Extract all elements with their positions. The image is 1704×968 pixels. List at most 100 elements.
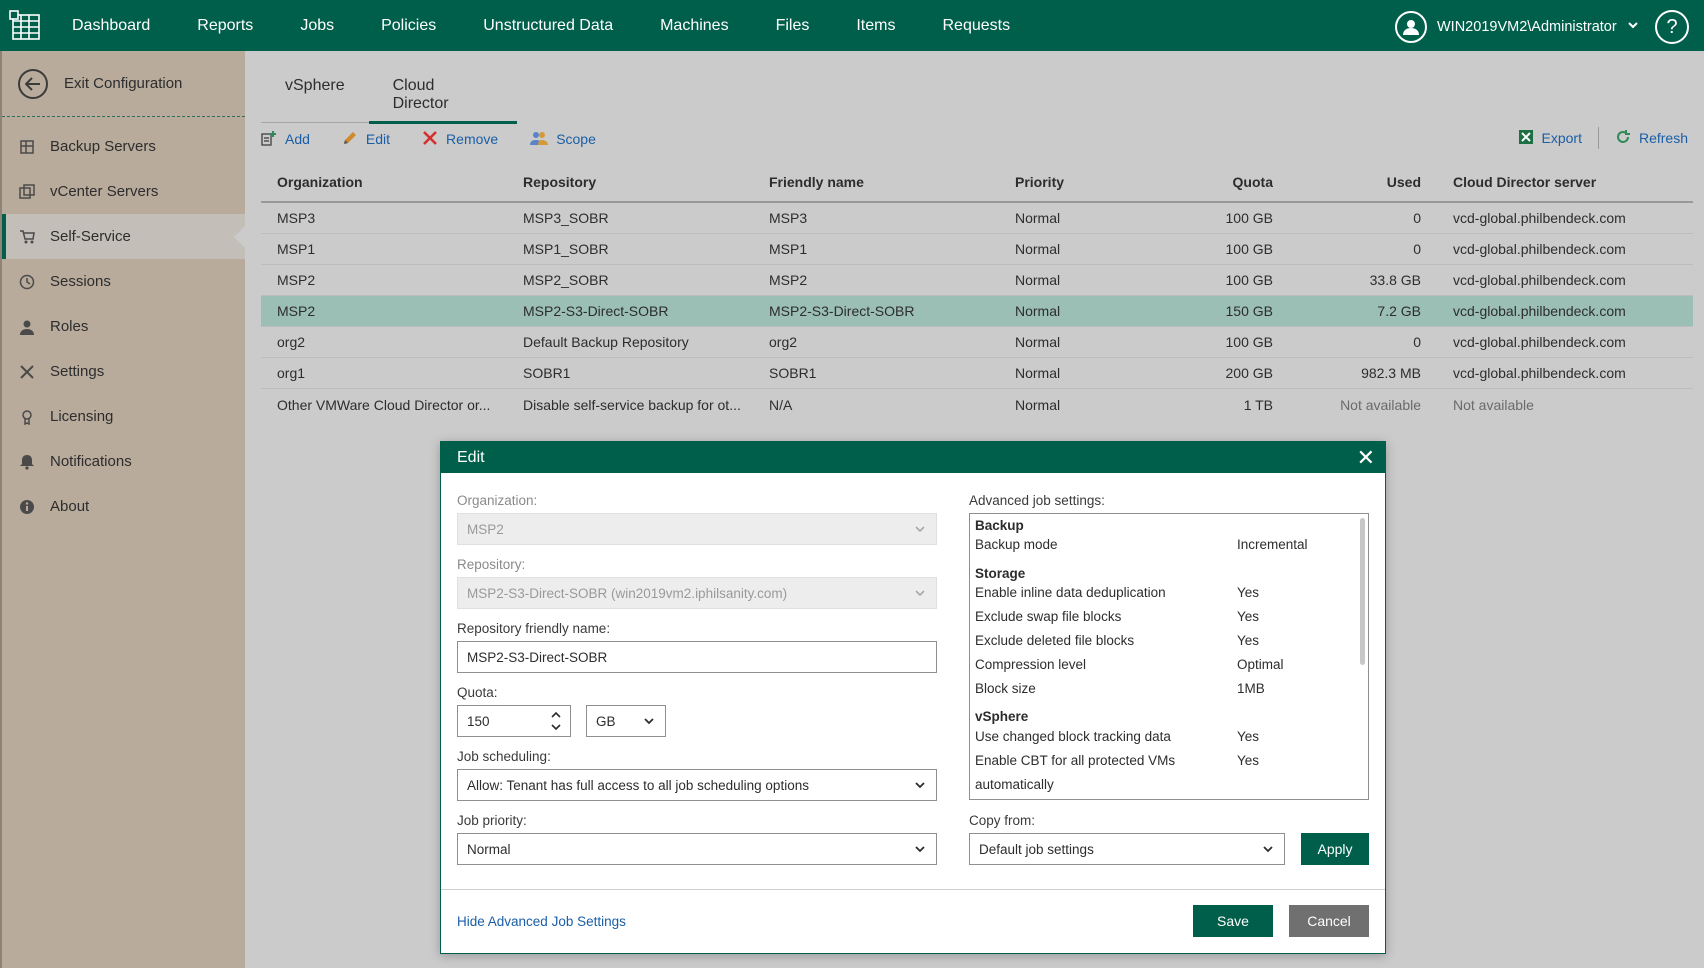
tab-cloud-director[interactable]: Cloud Director (368, 73, 517, 124)
adv-value: Yes (1237, 609, 1260, 624)
sidebar-item-sessions[interactable]: Sessions (2, 259, 245, 304)
cancel-button[interactable]: Cancel (1289, 905, 1369, 937)
cell-quota: 1 TB (1243, 396, 1273, 413)
edit-button[interactable]: Edit (342, 130, 390, 149)
quota-stepper[interactable]: 150 (457, 705, 571, 737)
edit-label: Edit (365, 131, 391, 147)
adv-key: Use changed block tracking data (975, 729, 1171, 744)
sidebar-item-about[interactable]: About (2, 484, 245, 529)
cell-used: 0 (1413, 334, 1421, 350)
add-label: Add (285, 131, 310, 147)
stepper-arrows-icon[interactable] (550, 709, 562, 733)
job-scheduling-select[interactable]: Allow: Tenant has full access to all job… (457, 769, 937, 801)
nav-requests[interactable]: Requests (942, 17, 1010, 35)
nav-reports[interactable]: Reports (197, 17, 253, 35)
table-row[interactable]: MSP2 MSP2_SOBR MSP2 Normal 100 GB 33.8 G… (261, 265, 1693, 296)
export-button[interactable]: Export (1518, 129, 1582, 148)
table-row[interactable]: org1 SOBR1 SOBR1 Normal 200 GB 982.3 MB … (261, 358, 1693, 389)
table-row[interactable]: Other VMWare Cloud Director or... Disabl… (261, 389, 1693, 420)
add-icon (261, 130, 277, 149)
cell-repository: MSP2-S3-Direct-SOBR (523, 303, 669, 319)
cell-priority: Normal (1015, 241, 1061, 257)
save-button[interactable]: Save (1193, 905, 1273, 937)
column-header-cloud-director-server[interactable]: Cloud Director server (1421, 174, 1631, 190)
organization-label: Organization: (457, 493, 538, 508)
sidebar-item-roles[interactable]: Roles (2, 304, 245, 349)
nav-files[interactable]: Files (776, 17, 810, 35)
job-scheduling-value: Allow: Tenant has full access to all job… (467, 777, 809, 793)
hide-advanced-settings-link[interactable]: Hide Advanced Job Settings (457, 914, 626, 929)
friendly-name-label: Repository friendly name: (457, 621, 611, 636)
sidebar-item-label: Settings (50, 363, 105, 380)
license-icon (18, 408, 36, 426)
repository-table: Organization Repository Friendly name Pr… (261, 163, 1693, 420)
cell-friendly-name: MSP2-S3-Direct-SOBR (769, 303, 915, 319)
sidebar-item-vcenter-servers[interactable]: vCenter Servers (2, 169, 245, 214)
job-scheduling-label: Job scheduling: (457, 749, 551, 764)
nav-machines[interactable]: Machines (660, 17, 728, 35)
app-logo-icon[interactable] (0, 0, 52, 51)
exit-configuration-button[interactable]: Exit Configuration (2, 51, 245, 117)
chevron-down-icon (644, 718, 654, 725)
sidebar-item-label: Sessions (50, 273, 111, 290)
apply-button[interactable]: Apply (1301, 833, 1369, 865)
tab-vsphere[interactable]: vSphere (261, 73, 369, 122)
table-header: Organization Repository Friendly name Pr… (261, 163, 1693, 203)
quota-value: 150 (467, 713, 490, 729)
sidebar-item-label: Licensing (50, 408, 114, 425)
help-button[interactable]: ? (1655, 10, 1689, 44)
job-priority-value: Normal (467, 841, 511, 857)
close-icon[interactable]: ✕ (1357, 445, 1375, 471)
advanced-settings-list[interactable]: Backup Backup mode Incremental Storage E… (969, 513, 1369, 800)
friendly-name-input[interactable]: MSP2-S3-Direct-SOBR (457, 641, 937, 673)
sidebar-item-label: Backup Servers (50, 138, 156, 155)
adv-value: Yes (1237, 753, 1260, 768)
refresh-button[interactable]: Refresh (1615, 129, 1688, 148)
column-header-repository[interactable]: Repository (507, 174, 753, 190)
nav-items[interactable]: Items (856, 17, 895, 35)
column-header-priority[interactable]: Priority (999, 174, 1149, 190)
column-header-quota[interactable]: Quota (1149, 174, 1273, 190)
chevron-down-icon (1627, 19, 1639, 35)
scope-button[interactable]: Scope (530, 130, 596, 149)
table-row[interactable]: org2 Default Backup Repository org2 Norm… (261, 327, 1693, 358)
column-header-organization[interactable]: Organization (261, 174, 507, 190)
copy-from-label: Copy from: (969, 813, 1036, 828)
chevron-down-icon (1263, 846, 1273, 853)
user-menu[interactable]: WIN2019VM2\Administrator (1395, 11, 1639, 43)
toolbar: Add Edit Remove Scope Export Refresh (261, 127, 1693, 151)
add-button[interactable]: Add (261, 130, 310, 149)
sidebar-item-notifications[interactable]: Notifications (2, 439, 245, 484)
nav-dashboard[interactable]: Dashboard (72, 17, 150, 35)
sidebar-item-settings[interactable]: Settings (2, 349, 245, 394)
remove-button[interactable]: Remove (422, 130, 498, 149)
scrollbar[interactable] (1360, 518, 1365, 665)
column-header-used[interactable]: Used (1273, 174, 1421, 190)
job-priority-select[interactable]: Normal (457, 833, 937, 865)
nav-unstructured-data[interactable]: Unstructured Data (483, 17, 613, 35)
cell-organization: MSP2 (277, 303, 316, 319)
dialog-footer: Hide Advanced Job Settings Save Cancel (441, 889, 1385, 953)
cell-server: vcd-global.philbendeck.com (1453, 272, 1626, 288)
sidebar-item-self-service[interactable]: Self-Service (2, 214, 246, 259)
cell-quota: 100 GB (1225, 241, 1273, 257)
copy-from-select[interactable]: Default job settings (969, 833, 1285, 865)
adv-key: Exclude deleted file blocks (975, 633, 1135, 648)
table-row-selected[interactable]: MSP2 MSP2-S3-Direct-SOBR MSP2-S3-Direct-… (261, 296, 1693, 327)
sidebar-item-backup-servers[interactable]: Backup Servers (2, 124, 245, 169)
quota-unit-select[interactable]: GB (586, 705, 666, 737)
export-label: Export (1541, 130, 1582, 146)
cell-quota: 100 GB (1225, 210, 1273, 226)
cell-organization: org1 (277, 365, 306, 381)
sidebar-item-label: About (50, 498, 90, 515)
cell-organization: org2 (277, 334, 306, 350)
nav-policies[interactable]: Policies (381, 17, 436, 35)
table-row[interactable]: MSP3 MSP3_SOBR MSP3 Normal 100 GB 0 vcd-… (261, 203, 1693, 234)
table-row[interactable]: MSP1 MSP1_SOBR MSP1 Normal 100 GB 0 vcd-… (261, 234, 1693, 265)
nav-jobs[interactable]: Jobs (300, 17, 334, 35)
column-header-friendly-name[interactable]: Friendly name (753, 174, 999, 190)
sidebar-item-licensing[interactable]: Licensing (2, 394, 245, 439)
cell-repository: Default Backup Repository (523, 334, 689, 350)
cell-used: 0 (1413, 241, 1421, 257)
adv-value: 1MB (1237, 681, 1265, 696)
